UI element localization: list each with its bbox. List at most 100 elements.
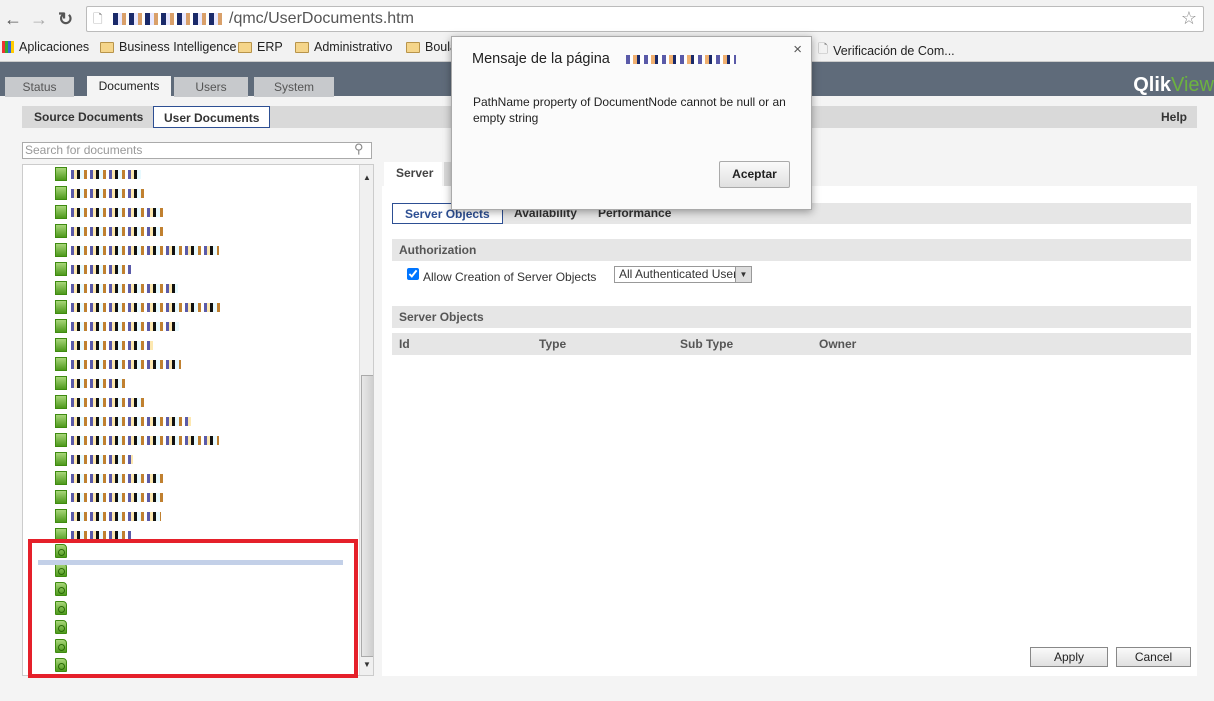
tab-server[interactable]: Server (384, 162, 442, 186)
document-icon (55, 262, 67, 276)
tree-item[interactable] (55, 205, 166, 219)
bookmark-boula[interactable]: Boula (406, 40, 457, 54)
tree-item[interactable] (55, 395, 146, 409)
bookmark-label: ERP (257, 40, 283, 54)
col-id[interactable]: Id (399, 333, 410, 355)
tab-system[interactable]: System (254, 77, 334, 97)
highlight-box (28, 539, 358, 678)
redacted-document-name (71, 435, 219, 445)
authorization-select[interactable]: All Authenticated Users ▼ (614, 266, 752, 283)
alert-dialog: Mensaje de la página × PathName property… (451, 36, 812, 210)
redacted-document-name (71, 473, 163, 483)
apps-icon (2, 41, 14, 53)
redacted-document-name (71, 359, 181, 369)
tree-item[interactable] (55, 509, 161, 523)
bookmark-verificacion[interactable]: 🗋 Verificación de Com... (818, 40, 955, 61)
document-icon (55, 433, 67, 447)
bookmark-label: Verificación de Com... (833, 43, 955, 58)
redacted-document-name (71, 416, 191, 426)
document-icon (55, 281, 67, 295)
document-icon (55, 395, 67, 409)
document-icon (55, 509, 67, 523)
folder-icon (100, 41, 114, 53)
close-icon[interactable]: × (793, 41, 802, 58)
document-icon (55, 300, 67, 314)
redacted-host (113, 13, 225, 25)
tree-item[interactable] (55, 186, 146, 200)
bookmark-bi[interactable]: Business Intelligence (100, 40, 236, 54)
redacted-document-name (71, 283, 178, 293)
col-owner[interactable]: Owner (819, 333, 856, 355)
tree-item[interactable] (55, 357, 181, 371)
tree-item[interactable] (55, 433, 219, 447)
redacted-document-name (71, 188, 146, 198)
document-icon (55, 243, 67, 257)
tree-item[interactable] (55, 319, 179, 333)
redacted-document-name (71, 397, 146, 407)
tab-documents[interactable]: Documents (87, 76, 171, 98)
tree-item[interactable] (55, 262, 131, 276)
document-icon (55, 376, 67, 390)
folder-icon (238, 41, 252, 53)
scroll-up-icon[interactable]: ▲ (363, 173, 371, 182)
forward-icon[interactable]: → (30, 9, 48, 30)
chevron-down-icon[interactable]: ▼ (735, 267, 751, 282)
tree-item[interactable] (55, 243, 219, 257)
document-icon (55, 471, 67, 485)
url-text: /qmc/UserDocuments.htm (229, 10, 414, 27)
tree-item[interactable] (55, 471, 163, 485)
tree-item[interactable] (55, 300, 223, 314)
tab-status[interactable]: Status (5, 77, 74, 97)
tree-scrollbar[interactable]: ▲ ▼ (359, 165, 373, 675)
document-icon (55, 490, 67, 504)
back-icon[interactable]: ← (4, 9, 22, 30)
tree-item[interactable] (55, 490, 166, 504)
apply-button[interactable]: Apply (1030, 647, 1108, 667)
redacted-document-name (71, 340, 153, 350)
document-icon (55, 414, 67, 428)
bookmark-admin[interactable]: Administrativo (295, 40, 393, 54)
allow-creation-label: Allow Creation of Server Objects (423, 270, 597, 284)
server-objects-table-header: Id Type Sub Type Owner (392, 333, 1191, 355)
redacted-document-name (71, 226, 166, 236)
reload-icon[interactable]: ↻ (58, 9, 73, 30)
document-icon (55, 186, 67, 200)
tab-source-documents[interactable]: Source Documents (24, 106, 153, 128)
allow-creation-checkbox[interactable] (407, 268, 419, 280)
redacted-document-name (71, 169, 141, 179)
tree-item[interactable] (55, 224, 166, 238)
ok-button[interactable]: Aceptar (719, 161, 790, 188)
tree-item[interactable] (55, 376, 126, 390)
tree-item[interactable] (55, 338, 153, 352)
tree-item[interactable] (55, 414, 191, 428)
document-icon (55, 338, 67, 352)
server-objects-header: Server Objects (392, 306, 1191, 328)
scrollbar-thumb[interactable] (361, 375, 373, 657)
col-type[interactable]: Type (539, 333, 566, 355)
redacted-host (626, 55, 736, 64)
address-bar[interactable]: 🗋 /qmc/UserDocuments.htm ☆ (86, 6, 1204, 32)
qlikview-logo: QlikView (1133, 74, 1214, 96)
bookmark-erp[interactable]: ERP (238, 40, 283, 54)
col-subtype[interactable]: Sub Type (680, 333, 733, 355)
document-icon (55, 205, 67, 219)
redacted-document-name (71, 302, 223, 312)
redacted-document-name (71, 321, 179, 331)
page-icon: 🗋 (818, 42, 829, 56)
redacted-document-name (71, 454, 133, 464)
tree-item[interactable] (55, 167, 141, 181)
tab-users[interactable]: Users (174, 77, 248, 97)
scroll-down-icon[interactable]: ▼ (363, 660, 371, 669)
help-link[interactable]: Help (1151, 106, 1197, 128)
bookmark-apps[interactable]: Aplicaciones (2, 40, 89, 54)
search-input[interactable]: Search for documents (22, 142, 372, 159)
tree-item[interactable] (55, 281, 178, 295)
redacted-document-name (71, 378, 126, 388)
redacted-document-name (71, 207, 166, 217)
tree-item[interactable] (55, 452, 133, 466)
search-icon[interactable]: ⚲ (354, 141, 364, 157)
tab-user-documents[interactable]: User Documents (153, 106, 271, 128)
dialog-title: Mensaje de la página (472, 51, 610, 67)
star-icon[interactable]: ☆ (1181, 8, 1197, 29)
cancel-button[interactable]: Cancel (1116, 647, 1191, 667)
